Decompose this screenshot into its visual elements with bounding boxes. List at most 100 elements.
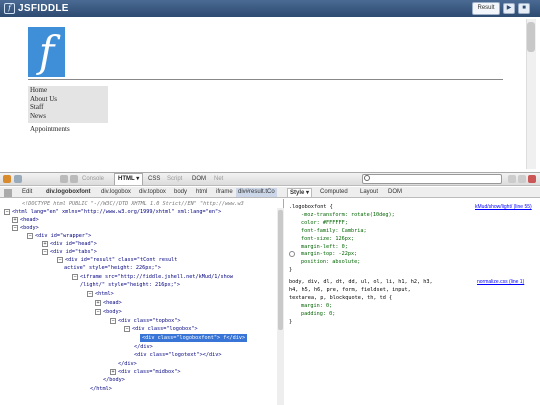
panel-icon[interactable] bbox=[4, 189, 12, 197]
menu-item-appointments[interactable]: Appointments bbox=[30, 125, 70, 133]
css-selector[interactable]: h4, h5, h6, pre, form, fieldset, input, bbox=[289, 286, 411, 294]
collapse-icon[interactable]: − bbox=[95, 308, 101, 315]
code-line[interactable]: /light/" style="height: 216px;"> bbox=[80, 281, 180, 289]
play-icon[interactable]: ▶ bbox=[503, 3, 515, 14]
collapse-icon[interactable]: − bbox=[57, 256, 63, 263]
expand-icon[interactable]: + bbox=[42, 240, 48, 247]
code-line[interactable]: − <div id="wrapper"> bbox=[27, 232, 91, 240]
result-tab[interactable]: Result bbox=[472, 2, 500, 15]
selected-code-line[interactable]: <div class="logoboxfont"> f</div> bbox=[140, 334, 248, 342]
collapse-icon[interactable]: − bbox=[124, 325, 130, 332]
css-property[interactable]: color: #FFFFFF; bbox=[301, 219, 348, 227]
css-source-link[interactable]: normalize.css (line 1) bbox=[477, 279, 524, 285]
collapse-icon[interactable]: − bbox=[42, 248, 48, 255]
stop-icon[interactable]: ■ bbox=[518, 3, 530, 14]
back-icon[interactable] bbox=[60, 175, 68, 183]
css-close-brace: } bbox=[289, 267, 293, 273]
expand-icon[interactable]: + bbox=[95, 299, 101, 306]
expand-icon[interactable]: + bbox=[12, 216, 18, 223]
code-line[interactable]: </div> bbox=[118, 360, 137, 368]
code-line[interactable]: − <body> bbox=[12, 224, 39, 232]
menu-item-home[interactable]: Home bbox=[28, 86, 108, 95]
menu-item-news[interactable]: News bbox=[28, 112, 108, 121]
expand-icon[interactable]: + bbox=[110, 368, 116, 375]
html-panel: <!DOCTYPE html PUBLIC "-//W3C//DTD XHTML… bbox=[0, 199, 284, 405]
css-property[interactable]: -moz-transform: rotate(10deg); bbox=[301, 211, 395, 219]
code-line[interactable]: + <head> bbox=[95, 299, 122, 307]
code-line[interactable]: − <div class="logobox"> bbox=[124, 325, 198, 333]
search-input[interactable] bbox=[362, 174, 502, 184]
collapse-icon[interactable]: − bbox=[12, 224, 18, 231]
code-line[interactable]: − <html lang="en" xmlns="http://www.w3.or… bbox=[4, 208, 221, 216]
breadcrumb-item[interactable]: html bbox=[196, 188, 207, 197]
breadcrumb-item[interactable]: div#result.tCo bbox=[236, 188, 277, 197]
code-line[interactable]: + <div id="head"> bbox=[42, 240, 97, 248]
inspect-icon[interactable] bbox=[14, 175, 22, 183]
divider bbox=[28, 79, 503, 80]
code-line[interactable]: </div> bbox=[134, 343, 153, 351]
html-panel-scrollbar-thumb[interactable] bbox=[278, 210, 283, 330]
tab-script[interactable]: Script bbox=[167, 174, 182, 184]
tab-dom[interactable]: DOM bbox=[192, 174, 206, 184]
breadcrumb-item[interactable]: iframe bbox=[216, 188, 233, 197]
breadcrumb-item[interactable]: body bbox=[174, 188, 187, 197]
disabled-icon[interactable] bbox=[289, 251, 295, 257]
style-panel: .logoboxfont { kMud/show/light/ (line 55… bbox=[285, 199, 540, 405]
tab-layout[interactable]: Layout bbox=[360, 188, 378, 197]
edit-button[interactable]: Edit bbox=[22, 188, 32, 197]
collapse-icon[interactable]: − bbox=[87, 290, 93, 297]
code-line[interactable]: − <div class="topbox"> bbox=[110, 317, 180, 325]
code-line[interactable]: <!DOCTYPE html PUBLIC "-//W3C//DTD XHTML… bbox=[22, 200, 244, 208]
search-icon bbox=[364, 175, 370, 181]
code-line[interactable]: − <iframe src="http://fiddle.jshell.net/k… bbox=[72, 273, 233, 281]
firebug-icon[interactable] bbox=[3, 175, 11, 183]
minimize-icon[interactable] bbox=[508, 175, 516, 183]
code-line[interactable]: </body> bbox=[103, 376, 125, 384]
css-property[interactable]: margin-top: -22px; bbox=[301, 250, 357, 258]
site-menu: Home About Us Staff News bbox=[28, 86, 108, 123]
collapse-icon[interactable]: − bbox=[4, 208, 10, 215]
code-line[interactable]: </html> bbox=[90, 385, 112, 393]
tab-dom-side[interactable]: DOM bbox=[388, 188, 402, 197]
css-selector[interactable]: textarea, p, blockquote, th, td { bbox=[289, 294, 392, 302]
code-line[interactable]: active" style="height: 226px;"> bbox=[64, 264, 161, 272]
code-line[interactable]: − <html> bbox=[87, 290, 114, 298]
css-source-link[interactable]: kMud/show/light/ (line 55) bbox=[475, 204, 532, 210]
close-icon[interactable] bbox=[528, 175, 536, 183]
css-property[interactable]: padding: 0; bbox=[301, 310, 335, 318]
css-property[interactable]: position: absolute; bbox=[301, 258, 360, 266]
menu-item-about[interactable]: About Us bbox=[28, 95, 108, 104]
code-line[interactable]: + <div class="midbox"> bbox=[110, 368, 180, 376]
tab-style[interactable]: Style ▾ bbox=[287, 188, 313, 197]
site-logo: f bbox=[28, 27, 65, 77]
css-property[interactable]: margin: 0; bbox=[301, 302, 332, 310]
code-line[interactable]: − <div id="tabs"> bbox=[42, 248, 97, 256]
forward-icon[interactable] bbox=[70, 175, 78, 183]
tab-css[interactable]: CSS bbox=[148, 174, 160, 184]
tab-html[interactable]: HTML ▾ bbox=[114, 173, 144, 185]
code-line[interactable]: + <head> bbox=[12, 216, 39, 224]
tab-computed[interactable]: Computed bbox=[320, 188, 348, 197]
breadcrumb-item[interactable]: div.logoboxfont bbox=[46, 188, 91, 197]
collapse-icon[interactable]: − bbox=[27, 232, 33, 239]
css-property[interactable]: font-family: Cambria; bbox=[301, 227, 367, 235]
css-selector[interactable]: body, div, dl, dt, dd, ul, ol, li, h1, h… bbox=[289, 278, 433, 286]
collapse-icon[interactable]: − bbox=[72, 273, 78, 280]
frame-scrollbar-thumb[interactable] bbox=[527, 22, 535, 52]
css-property[interactable]: font-size: 126px; bbox=[301, 235, 354, 243]
jsfiddle-header bbox=[0, 0, 540, 17]
jsfiddle-logo-icon: f bbox=[4, 3, 15, 14]
collapse-icon[interactable]: − bbox=[110, 317, 116, 324]
breadcrumb-item[interactable]: div.logobox bbox=[101, 188, 131, 197]
code-line[interactable]: <div class="logotext"></div> bbox=[134, 351, 221, 359]
code-line[interactable]: − <body> bbox=[95, 308, 122, 316]
code-line[interactable]: − <div id="result" class="tCont result bbox=[57, 256, 177, 264]
css-close-brace: } bbox=[289, 319, 293, 325]
detach-icon[interactable] bbox=[518, 175, 526, 183]
css-selector[interactable]: .logoboxfont { bbox=[289, 203, 333, 211]
tab-console[interactable]: Console bbox=[82, 174, 104, 184]
jsfiddle-logo-text: JSFIDDLE bbox=[18, 3, 69, 14]
menu-item-staff[interactable]: Staff bbox=[28, 103, 108, 112]
tab-net[interactable]: Net bbox=[214, 174, 223, 184]
breadcrumb-item[interactable]: div.topbox bbox=[139, 188, 166, 197]
